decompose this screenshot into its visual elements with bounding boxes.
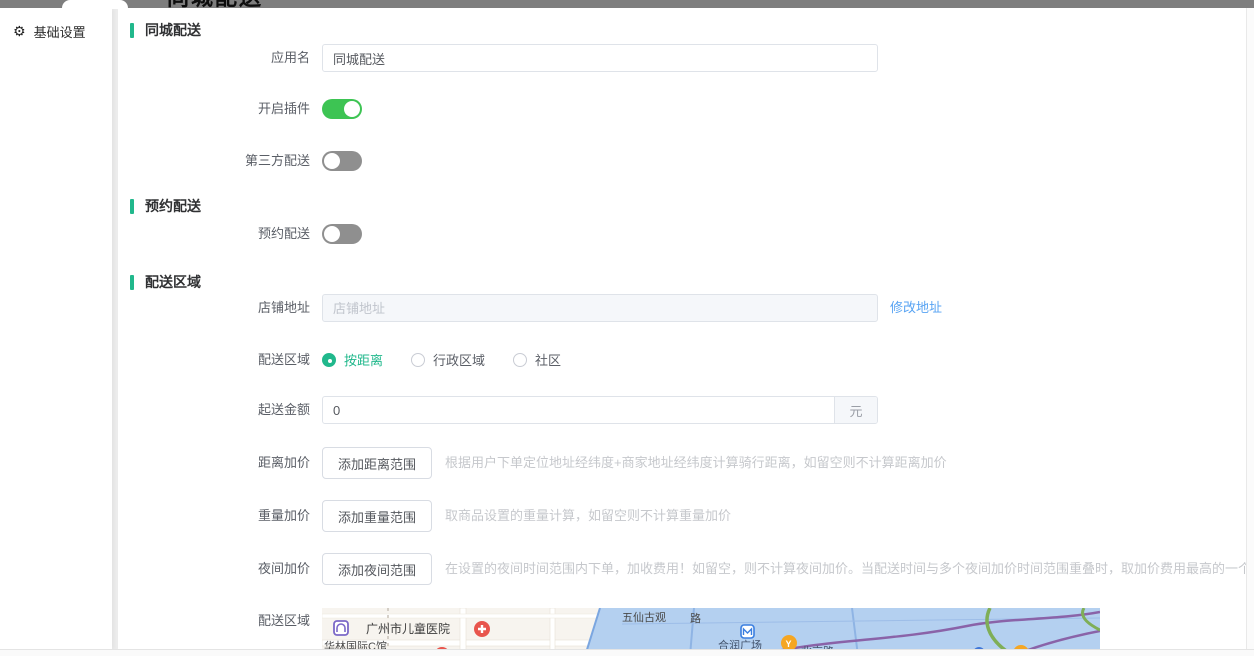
weight-fee-help: 取商品设置的重量计算，如留空则不计算重量加价 — [445, 508, 732, 523]
radio-icon — [411, 352, 426, 367]
radio-admin-region[interactable]: 行政区域 — [411, 350, 485, 369]
section-header-reserve-delivery: 预约配送 — [130, 196, 201, 216]
sidebar-item-label: 基础设置 — [33, 25, 86, 40]
distance-fee-label: 距离加价 — [257, 455, 310, 470]
app-name-label: 应用名 — [270, 50, 310, 65]
app-name-input[interactable] — [322, 44, 878, 72]
radio-icon — [322, 352, 336, 367]
third-party-toggle[interactable] — [322, 151, 362, 171]
modify-address-link[interactable]: 修改地址 — [890, 294, 942, 322]
map-label-wuxian: 五仙古观 — [622, 611, 666, 624]
map-area-label: 配送区域 — [257, 613, 310, 628]
add-night-range-button[interactable]: 添加夜间范围 — [322, 553, 433, 585]
store-address-input — [322, 294, 878, 322]
horizontal-scrollbar[interactable] — [0, 649, 1254, 656]
reserve-delivery-label: 预约配送 — [257, 226, 310, 241]
vertical-scrollbar[interactable] — [1246, 8, 1254, 650]
add-weight-range-button[interactable]: 添加重量范围 — [322, 500, 433, 532]
section-accent-bar — [130, 22, 134, 38]
clipped-page-title: 同城配送 — [167, 0, 407, 12]
page-title: 同城配送 — [167, 0, 407, 11]
sidebar: ⚙ 基础设置 — [0, 8, 112, 650]
section-header-delivery-area: 配送区域 — [130, 272, 201, 292]
min-amount-field: 元 — [322, 396, 878, 424]
radio-by-distance[interactable]: 按距离 — [322, 350, 383, 369]
min-amount-input[interactable] — [323, 397, 834, 423]
map-label-road: 路 — [690, 612, 701, 625]
night-fee-label: 夜间加价 — [257, 561, 310, 576]
toggle-knob — [344, 101, 360, 117]
distance-fee-help: 根据用户下单定位地址经纬度+商家地址经纬度计算骑行距离，如留空则不计算距离加价 — [445, 455, 947, 470]
sidebar-item-basic-settings[interactable]: ⚙ 基础设置 — [0, 8, 112, 41]
radio-label: 社区 — [535, 353, 562, 368]
toggle-knob — [324, 226, 340, 242]
enable-plugin-toggle[interactable] — [322, 99, 362, 119]
delivery-area-map[interactable]: 华林国际C馆 广州市儿童医院 五仙古观 路 合润广场 Y 北京路 Y — [322, 608, 1100, 650]
section-accent-bar — [130, 274, 134, 290]
radio-community[interactable]: 社区 — [513, 350, 561, 369]
area-mode-label: 配送区域 — [257, 352, 310, 367]
scrolled-tab-notch — [62, 0, 128, 9]
gear-icon: ⚙ — [13, 23, 26, 39]
settings-panel: 同城配送 应用名 开启插件 第三方配送 预约配送 预约配送 配送区域 店铺地址 … — [118, 8, 1254, 650]
section-header-city-delivery: 同城配送 — [130, 20, 201, 40]
radio-icon — [513, 352, 528, 367]
min-amount-unit: 元 — [834, 397, 877, 423]
add-distance-range-button[interactable]: 添加距离范围 — [322, 447, 433, 479]
store-address-label: 店铺地址 — [257, 300, 310, 315]
night-fee-help: 在设置的夜间时间范围内下单，加收费用！如留空，则不计算夜间加价。当配送时间与多个… — [445, 561, 1248, 576]
section-title: 配送区域 — [145, 274, 201, 290]
enable-plugin-label: 开启插件 — [257, 101, 310, 116]
svg-text:Y: Y — [786, 639, 792, 649]
section-title: 同城配送 — [145, 22, 201, 38]
section-title: 预约配送 — [145, 198, 201, 214]
min-amount-label: 起送金额 — [257, 402, 310, 417]
weight-fee-label: 重量加价 — [257, 508, 310, 523]
toggle-knob — [324, 153, 340, 169]
area-mode-radio-group: 按距离 行政区域 社区 — [322, 350, 589, 369]
radio-label: 行政区域 — [433, 353, 486, 368]
exhibition-poi-icon — [333, 620, 349, 636]
reserve-delivery-toggle[interactable] — [322, 224, 362, 244]
map-label-hospital: 广州市儿童医院 — [366, 621, 450, 636]
radio-label: 按距离 — [344, 353, 384, 368]
third-party-label: 第三方配送 — [244, 153, 310, 168]
section-accent-bar — [130, 198, 134, 214]
